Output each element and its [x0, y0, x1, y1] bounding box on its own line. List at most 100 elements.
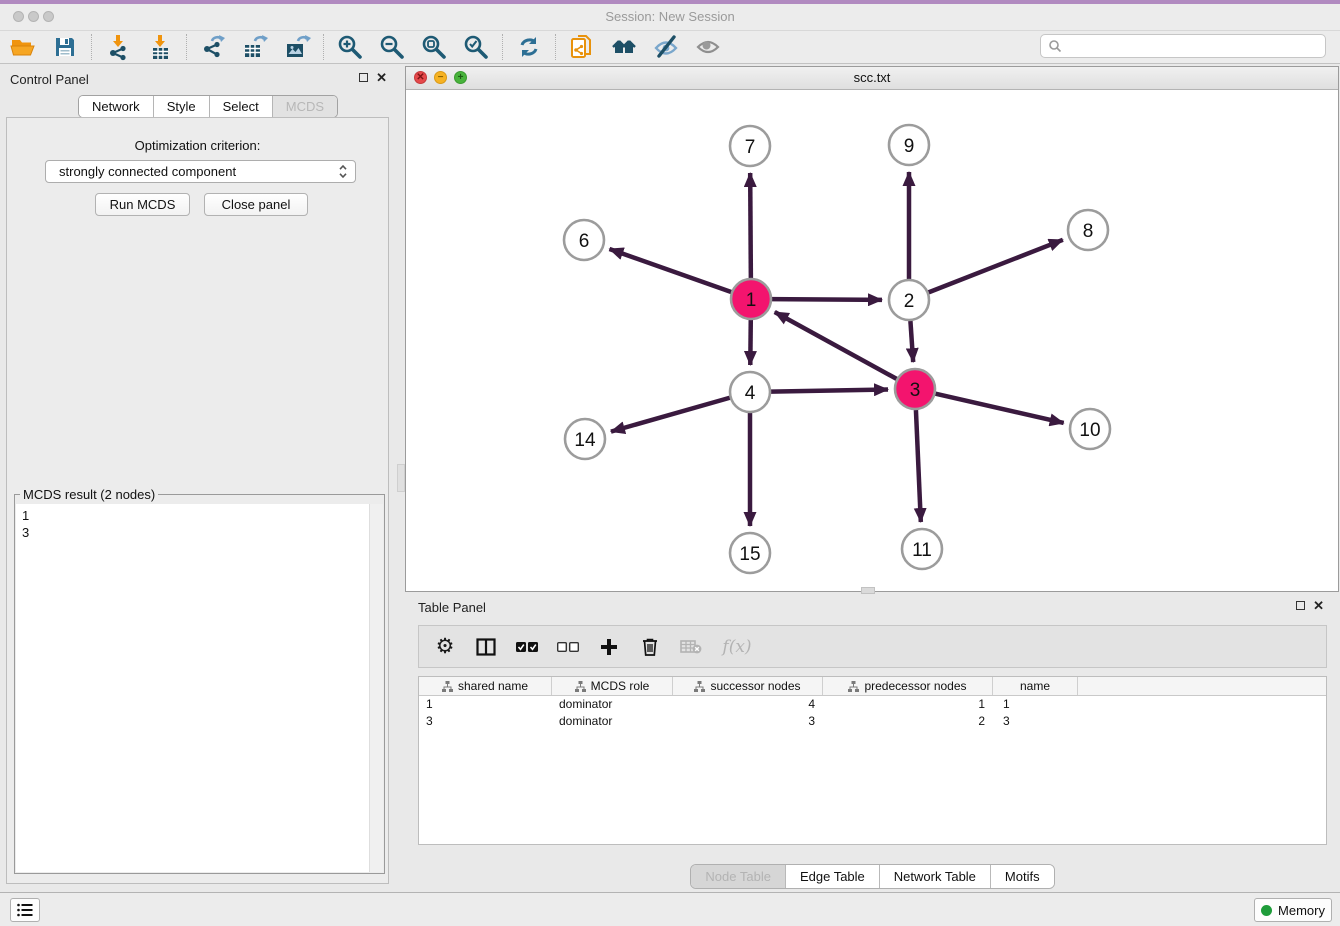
search-input[interactable] — [1066, 38, 1325, 55]
graph-node-6[interactable]: 6 — [564, 220, 604, 260]
table-cell[interactable]: 3 — [673, 713, 823, 730]
column-header-successor-nodes[interactable]: successor nodes — [673, 677, 823, 695]
graph-node-9[interactable]: 9 — [889, 125, 929, 165]
table-cell[interactable]: dominator — [552, 696, 673, 713]
table-cell[interactable]: 2 — [823, 713, 993, 730]
column-header-shared-name[interactable]: shared name — [419, 677, 552, 695]
search-icon — [1048, 39, 1062, 53]
table-cell[interactable]: 1 — [419, 696, 552, 713]
column-label: shared name — [458, 679, 528, 693]
splitter-handle[interactable] — [397, 464, 405, 492]
table-row[interactable]: 3dominator323 — [419, 713, 1326, 730]
zoom-in-icon[interactable] — [329, 32, 371, 62]
export-table-icon[interactable] — [234, 32, 276, 62]
hierarchy-icon — [848, 681, 859, 692]
zoom-out-icon[interactable] — [371, 32, 413, 62]
graph-node-10[interactable]: 10 — [1070, 409, 1110, 449]
graph-node-1[interactable]: 1 — [731, 279, 771, 319]
run-mcds-button[interactable]: Run MCDS — [95, 193, 190, 216]
graph-node-15[interactable]: 15 — [730, 533, 770, 573]
graphics-details-icon[interactable] — [645, 32, 687, 62]
float-table-panel-icon[interactable] — [1296, 601, 1305, 610]
graph-node-11[interactable]: 11 — [902, 529, 942, 569]
search-box[interactable] — [1040, 34, 1326, 58]
optimization-criterion-select[interactable]: strongly connected component — [45, 160, 356, 183]
open-session-icon[interactable] — [2, 32, 44, 62]
graph-node-14[interactable]: 14 — [565, 419, 605, 459]
graph-edge-4-14[interactable] — [611, 398, 730, 432]
column-chooser-icon[interactable] — [474, 634, 498, 660]
svg-text:7: 7 — [745, 137, 756, 158]
tab-network[interactable]: Network — [79, 96, 153, 117]
table-cell[interactable]: 3 — [993, 713, 1078, 730]
export-image-icon[interactable] — [276, 32, 318, 62]
graph-edge-4-3[interactable] — [771, 389, 888, 391]
network-window-titlebar[interactable]: ✕ − + scc.txt — [406, 67, 1338, 90]
import-table-icon[interactable] — [139, 32, 181, 62]
graph-edge-2-8[interactable] — [929, 240, 1063, 293]
table-row[interactable]: 1dominator411 — [419, 696, 1326, 713]
mcds-result-line: 1 — [22, 507, 370, 524]
memory-button[interactable]: Memory — [1254, 898, 1332, 922]
table-cell[interactable]: 1 — [993, 696, 1078, 713]
graph-edge-1-2[interactable] — [772, 299, 882, 300]
zoom-fit-icon[interactable] — [413, 32, 455, 62]
close-table-panel-icon[interactable]: ✕ — [1313, 600, 1324, 611]
float-panel-icon[interactable] — [359, 73, 368, 82]
save-session-icon[interactable] — [44, 32, 86, 62]
table-cell[interactable]: 4 — [673, 696, 823, 713]
graph-node-8[interactable]: 8 — [1068, 210, 1108, 250]
tab-mcds[interactable]: MCDS — [272, 96, 337, 117]
graph-edge-3-10[interactable] — [935, 394, 1063, 423]
graph-edge-1-7[interactable] — [750, 173, 751, 278]
refresh-layout-icon[interactable] — [508, 32, 550, 62]
deselect-all-columns-icon[interactable] — [556, 634, 580, 660]
result-scrollbar-track[interactable] — [369, 504, 383, 872]
panel-splitter[interactable] — [396, 64, 405, 892]
tab-select[interactable]: Select — [209, 96, 272, 117]
graph-edge-2-3[interactable] — [910, 321, 913, 362]
network-graph[interactable]: 7 9 6 8 1 2 4 3 14 10 15 11 — [406, 90, 1338, 591]
show-all-networks-icon[interactable] — [603, 32, 645, 62]
graph-node-7[interactable]: 7 — [730, 126, 770, 166]
graph-edge-3-11[interactable] — [916, 410, 921, 522]
mcds-result-text[interactable]: 13 — [16, 504, 370, 872]
graph-node-2[interactable]: 2 — [889, 280, 929, 320]
zoom-selected-icon[interactable] — [455, 32, 497, 62]
column-header-predecessor-nodes[interactable]: predecessor nodes — [823, 677, 993, 695]
close-panel-icon[interactable]: ✕ — [376, 72, 387, 83]
graph-edge-3-1[interactable] — [775, 312, 897, 379]
export-network-icon[interactable] — [192, 32, 234, 62]
svg-text:3: 3 — [910, 380, 921, 401]
function-builder-icon[interactable]: f(x) — [720, 634, 754, 660]
mcds-result-title: MCDS result (2 nodes) — [20, 487, 158, 502]
network-window-title: scc.txt — [406, 67, 1338, 89]
tab-style[interactable]: Style — [153, 96, 209, 117]
network-canvas[interactable]: 7 9 6 8 1 2 4 3 14 10 15 11 — [406, 90, 1338, 591]
graph-node-3[interactable]: 3 — [895, 369, 935, 409]
table-settings-gear-icon[interactable]: ⚙ — [433, 634, 457, 660]
delete-column-trash-icon[interactable] — [638, 634, 662, 660]
tab-motifs[interactable]: Motifs — [990, 865, 1054, 888]
delete-table-icon[interactable] — [679, 634, 703, 660]
select-all-columns-icon[interactable] — [515, 634, 539, 660]
hide-panels-eye-icon[interactable] — [687, 32, 729, 62]
graph-node-4[interactable]: 4 — [730, 372, 770, 412]
add-column-icon[interactable] — [597, 634, 621, 660]
svg-text:15: 15 — [739, 544, 760, 565]
import-network-icon[interactable] — [97, 32, 139, 62]
close-panel-button[interactable]: Close panel — [204, 193, 308, 216]
table-cell[interactable]: dominator — [552, 713, 673, 730]
clone-network-icon[interactable] — [561, 32, 603, 62]
table-cell[interactable]: 1 — [823, 696, 993, 713]
graph-edge-1-6[interactable] — [609, 249, 731, 292]
column-header-name[interactable]: name — [993, 677, 1078, 695]
tab-network-table[interactable]: Network Table — [879, 865, 990, 888]
tab-node-table[interactable]: Node Table — [691, 865, 785, 888]
task-history-button[interactable] — [10, 898, 40, 922]
network-view-window: ✕ − + scc.txt 7 9 6 8 1 2 4 3 14 10 15 11 — [405, 66, 1339, 592]
column-header-MCDS-role[interactable]: MCDS role — [552, 677, 673, 695]
toolbar-separator — [555, 34, 556, 60]
table-cell[interactable]: 3 — [419, 713, 552, 730]
tab-edge-table[interactable]: Edge Table — [785, 865, 879, 888]
